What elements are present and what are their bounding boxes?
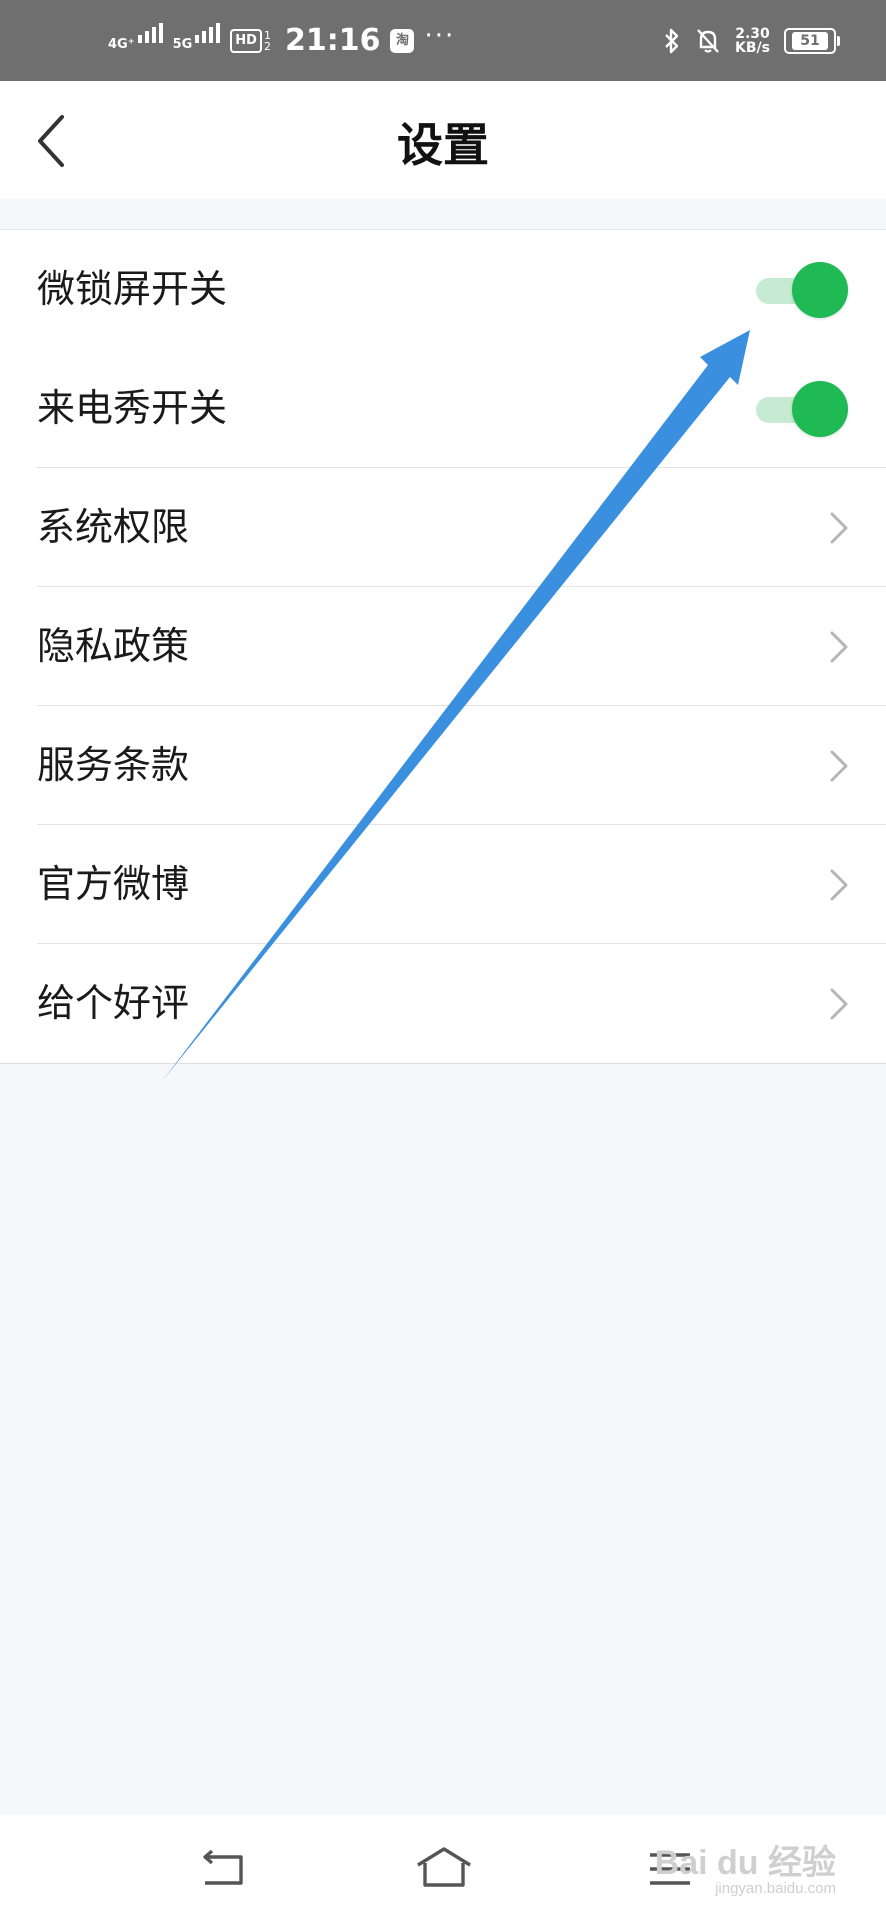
setting-label: 来电秀开关: [37, 386, 228, 430]
callshow-toggle[interactable]: [756, 381, 848, 437]
app-header: 设置: [0, 81, 886, 199]
status-bar: 4G⁺ 5G HD 12 21:16 淘 ··· 2.30 KB/s 51: [0, 0, 886, 81]
battery-icon: 51: [784, 27, 840, 54]
setting-lockscreen-toggle-row[interactable]: 微锁屏开关: [0, 230, 886, 349]
baidu-jingyan-watermark: Bai du 经验 jingyan.baidu.com: [654, 1844, 836, 1897]
setting-label: 隐私政策: [37, 624, 190, 668]
nav-home-button[interactable]: [414, 1843, 474, 1895]
system-nav-bar: Bai du 经验 jingyan.baidu.com: [0, 1815, 886, 1920]
setting-callshow-toggle-row[interactable]: 来电秀开关: [0, 349, 886, 468]
setting-privacy-policy[interactable]: 隐私政策: [0, 587, 886, 706]
setting-label: 微锁屏开关: [37, 267, 228, 311]
chevron-right-icon: [830, 631, 848, 663]
bell-muted-icon: [697, 28, 719, 53]
return-icon: [203, 1849, 243, 1885]
clock: 21:16: [284, 23, 381, 58]
setting-label: 给个好评: [37, 981, 190, 1025]
home-icon: [417, 1847, 471, 1887]
chevron-right-icon: [830, 512, 848, 544]
settings-list: 微锁屏开关 来电秀开关 系统权限 隐私政策 服务条款 官方微博 给个好评: [0, 229, 886, 1064]
page-title: 设置: [397, 118, 489, 172]
setting-label: 系统权限: [37, 505, 190, 549]
setting-rate-app[interactable]: 给个好评: [0, 944, 886, 1063]
nav-back-button[interactable]: [197, 1843, 249, 1895]
setting-label: 官方微博: [37, 862, 190, 906]
setting-terms-of-service[interactable]: 服务条款: [0, 706, 886, 825]
taobao-notification-icon: 淘: [390, 28, 415, 53]
chevron-right-icon: [830, 750, 848, 782]
chevron-right-icon: [830, 988, 848, 1020]
sim2-signal: 5G: [173, 17, 221, 65]
bluetooth-icon: [665, 28, 679, 53]
signal-bars-icon: [195, 17, 221, 43]
lockscreen-toggle[interactable]: [756, 262, 848, 318]
setting-official-weibo[interactable]: 官方微博: [0, 825, 886, 944]
network-speed: 2.30 KB/s: [735, 25, 770, 56]
more-notifications-icon: ···: [424, 20, 456, 51]
hd-voice-indicator: HD 12: [230, 28, 271, 53]
sim1-signal: 4G⁺: [108, 17, 163, 65]
setting-label: 服务条款: [37, 743, 190, 787]
chevron-right-icon: [830, 869, 848, 901]
signal-bars-icon: [137, 17, 163, 43]
setting-system-permissions[interactable]: 系统权限: [0, 468, 886, 587]
